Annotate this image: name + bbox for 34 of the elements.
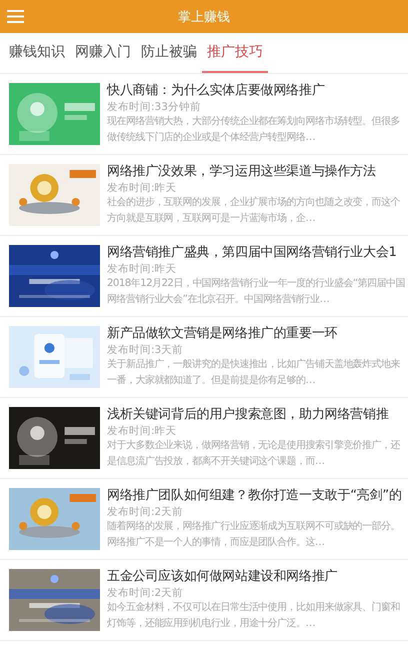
article-summary: 对于大多数企业来说，做网络营销，无论是使用搜索引擎竞价推广，还是信息流广告投放，都离不开关键词这个课题，而…: [107, 438, 402, 469]
article-summary: 关于新品推广，一般讲究的是快速推出，比如广告铺天盖地轰炸式地来一番，大家就都知道了。但是前提是你有足够的…: [107, 358, 401, 388]
article-row[interactable]: 五金公司应该如何做网站建设和网络推广 发布时间:2天前 如今五金材料，不仅可以在日常生活中使用，比如用来做家具、门窗和灯饰等，还能应用到机电行业，用途十分广泛。…: [0, 560, 408, 641]
article-title: 浅析关键词背后的用户搜索意图，助力网络营销推: [107, 406, 390, 423]
article-summary: 社会的进步，互联网的发展，企业扩展市场的方向也随之改变，而这个方向就是互联网，互联网可是一片蓝海市场，企…: [107, 196, 401, 226]
publish-time: 发布时间:3天前: [107, 343, 184, 357]
menu-icon[interactable]: [7, 10, 24, 23]
article-title: 新产品做软文营销是网络推广的重要一环: [107, 325, 338, 342]
article-summary: 随着网络的发展，网络推广行业应逐渐成为互联网不可或缺的一部分。网络推广不是一个人的事情，而应是团队合作。这…: [107, 520, 401, 550]
article-row[interactable]: 网络推广没效果，学习运用这些渠道与操作方法 发布时间:昨天 社会的进步，互联网的发展，企业扩展市场的方向也随之改变，而这个方向就是互联网，互联网可是一片蓝海市场，企…: [0, 155, 408, 236]
publish-time: 发布时间:昨天: [107, 262, 178, 276]
article-title: 网络推广团队如何组建？教你打造一支敢于“亮剑”的: [107, 487, 403, 504]
article-summary: 如今五金材料，不仅可以在日常生活中使用，比如用来做家具、门窗和灯饰等，还能应用到机电行业，用途十分广泛。…: [107, 600, 401, 631]
publish-time: 发布时间:昨天: [107, 181, 178, 195]
article-row[interactable]: 新产品做软文营销是网络推广的重要一环 发布时间:3天前 关于新品推广，一般讲究的是快速推出，比如广告铺天盖地轰炸式地来一番，大家就都知道了。但是前提是你有足够的…: [0, 317, 408, 398]
publish-time: 发布时间:2天前: [107, 505, 184, 519]
article-summary: 2018年12月22日，中国网络营销行业一年一度的行业盛会“第四届中国网络营销行业大会”在北京召开。中国网络营销行业…: [107, 276, 406, 307]
category-tab[interactable]: 网赚入门: [70, 33, 136, 73]
publish-time: 发布时间:33分钟前: [107, 100, 202, 114]
app-title: 掌上赚钱: [177, 8, 231, 26]
article-row[interactable]: 网络营销推广盛典，第四届中国网络营销行业大会1 发布时间:昨天 2018年12月22日，中国网络营销行业一年一度的行业盛会“第四届中国网络营销行业大会”在北京召开。中国网络营销行业…: [0, 236, 408, 317]
category-tab[interactable]: 赚钱知识: [4, 33, 70, 73]
category-tab[interactable]: 防止被骗: [136, 33, 202, 73]
article-title: 五金公司应该如何做网站建设和网络推广: [107, 568, 338, 585]
article-row[interactable]: 浅析关键词背后的用户搜索意图，助力网络营销推 发布时间:昨天 对于大多数企业来说，做网络营销，无论是使用搜索引擎竞价推广，还是信息流广告投放，都离不开关键词这个课题，而…: [0, 398, 408, 479]
article-title: 网络推广没效果，学习运用这些渠道与操作方法: [107, 163, 377, 180]
article-summary: 现在网络营销大热，大部分传统企业都在筹划向网络市场转型。但很多做传统线下门店的企业或是个体经营户转型网络…: [107, 114, 401, 145]
category-tab[interactable]: 推广技巧: [202, 33, 268, 73]
article-title: 快八商铺：为什么实体店要做网络推广: [107, 82, 326, 99]
publish-time: 发布时间:昨天: [107, 424, 178, 438]
article-row[interactable]: 网络推广团队如何组建？教你打造一支敢于“亮剑”的 发布时间:2天前 随着网络的发展，网络推广行业应逐渐成为互联网不可或缺的一部分。网络推广不是一个人的事情，而应是团队合作。这…: [0, 479, 408, 560]
article-row[interactable]: 快八商铺：为什么实体店要做网络推广 发布时间:33分钟前 现在网络营销大热，大部分传统企业都在筹划向网络市场转型。但很多做传统线下门店的企业或是个体经营户转型网络…: [0, 74, 408, 155]
publish-time: 发布时间:2天前: [107, 586, 184, 600]
article-title: 网络营销推广盛典，第四届中国网络营销行业大会1: [107, 244, 398, 261]
